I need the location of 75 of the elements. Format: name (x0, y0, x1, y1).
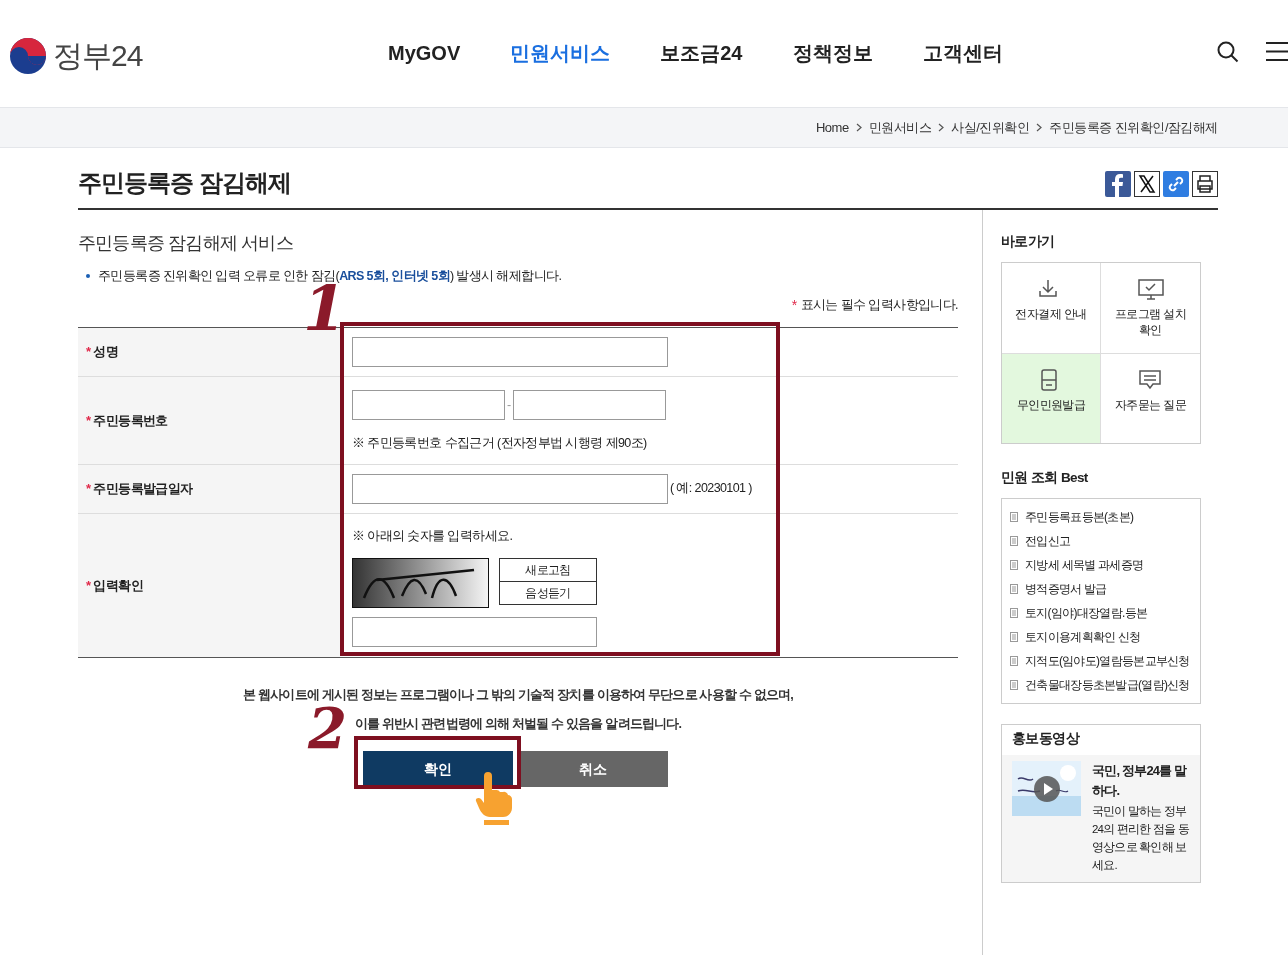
video-description: 국민이 말하는 정부24의 편리한 점을 동영상으로 확인해 보세요. (1092, 803, 1190, 873)
separator-text: - (507, 396, 511, 414)
document-icon (1010, 535, 1018, 546)
captcha-field[interactable] (352, 617, 597, 648)
monitor-icon (1136, 277, 1165, 302)
hint-text: ( 예: 20230101 ) (670, 480, 752, 498)
shortcut-label: 프로그램 설치 확인 (1113, 306, 1188, 339)
hand-cursor-icon (474, 770, 512, 826)
print-icon[interactable] (1192, 171, 1218, 197)
shortcut-tile[interactable]: 무인민원발급 (1002, 353, 1101, 444)
best-item[interactable]: 지방세 세목별 과세증명 (1010, 552, 1200, 577)
required-note: 표시는 필수 입력사항입니다. (800, 297, 958, 315)
shortcut-label: 자주묻는 질문 (1114, 397, 1187, 414)
logo-icon[interactable] (9, 36, 47, 75)
x-icon[interactable] (1134, 171, 1160, 197)
required-mark: * (86, 343, 91, 361)
nav-link[interactable]: 민원서비스 (510, 38, 611, 68)
document-icon (1010, 679, 1018, 690)
chevron-icon (855, 123, 862, 132)
best-item[interactable]: 주민등록표등본(초본) (1010, 504, 1200, 529)
shortcut-label: 무인민원발급 (1016, 397, 1086, 414)
nav-link[interactable]: 보조금24 (660, 38, 743, 68)
document-icon (1010, 607, 1018, 618)
document-icon (1010, 583, 1018, 594)
bullet-icon (86, 274, 90, 279)
best-item[interactable]: 토지이용계획확인 신청 (1010, 624, 1200, 649)
note-text: ※ 아래의 숫자를 입력하세요. (352, 528, 514, 546)
best-item[interactable]: 병적증명서 발급 (1010, 576, 1200, 601)
best-item[interactable]: 토지(임야)대장열람.등본 (1010, 600, 1200, 625)
required-mark: * (86, 411, 91, 430)
warning-text: 이를 위반시 관련법령에 의해 처벌될 수 있음을 알려드립니다. (354, 715, 682, 733)
rrn-field[interactable] (512, 389, 666, 420)
nav-link[interactable]: 고객센터 (922, 38, 1003, 68)
cancel-button[interactable]: 취소 (518, 751, 668, 788)
rrn-field[interactable] (352, 389, 505, 420)
facebook-icon[interactable] (1105, 171, 1131, 197)
nav-link[interactable]: 정책정보 (792, 38, 873, 68)
field-label: 입력확인 (93, 576, 144, 595)
notice-text: 주민등록증 진위확인 입력 오류로 인한 잠김(ARS 5회, 인터넷 5회) 발생시 해제합니다. (98, 268, 562, 284)
document-icon (1010, 631, 1018, 642)
link-icon[interactable] (1163, 171, 1189, 197)
chevron-icon (938, 123, 945, 132)
field-label: 주민등록번호 (93, 411, 168, 430)
name-field[interactable] (352, 336, 668, 367)
best-item[interactable]: 건축물대장등초본발급(열람)신청 (1010, 672, 1200, 697)
video-title[interactable]: 국민, 정부24를 말하다. (1092, 760, 1190, 801)
note-text: ※ 주민등록번호 수집근거 (전자정부법 시행령 제90조) (352, 434, 648, 452)
breadcrumb-link[interactable]: Home (815, 117, 849, 138)
sidebar-heading: 바로가기 (1001, 233, 1056, 251)
field-label: 성명 (93, 343, 119, 361)
breadcrumb-link[interactable]: 주민등록증 진위확인/잠김해제 (1049, 117, 1218, 138)
shortcut-label: 전자결제 안내 (1015, 306, 1087, 323)
document-icon (1010, 655, 1018, 666)
captcha-button[interactable]: 음성듣기 (499, 581, 597, 606)
required-mark: * (86, 480, 91, 498)
field-label: 주민등록발급일자 (93, 480, 193, 498)
document-icon (1010, 511, 1018, 522)
nav-link[interactable]: MyGOV (388, 38, 461, 68)
breadcrumb-link[interactable]: 사실/진위확인 (951, 117, 1030, 138)
page-title: 주민등록증 잠김해제 (78, 168, 291, 198)
sidebar-heading: 민원 조회 Best (1001, 469, 1089, 488)
best-item[interactable]: 지적도(임야도)열람등본교부신청 (1010, 648, 1200, 673)
document-icon (1010, 559, 1018, 570)
best-item[interactable]: 전입신고 (1010, 528, 1200, 553)
search-icon[interactable] (1217, 41, 1239, 63)
play-icon[interactable] (1034, 775, 1060, 802)
breadcrumb-link[interactable]: 민원서비스 (868, 117, 932, 138)
menu-icon[interactable] (1266, 42, 1288, 61)
chevron-icon (1036, 123, 1043, 132)
required-mark: * (791, 296, 797, 316)
captcha-button[interactable]: 새로고침 (499, 558, 597, 583)
date-field[interactable] (352, 473, 668, 504)
required-mark: * (86, 576, 91, 595)
logo-text[interactable]: 정부24 (53, 33, 143, 78)
section-title: 주민등록증 잠김해제 서비스 (78, 232, 294, 255)
